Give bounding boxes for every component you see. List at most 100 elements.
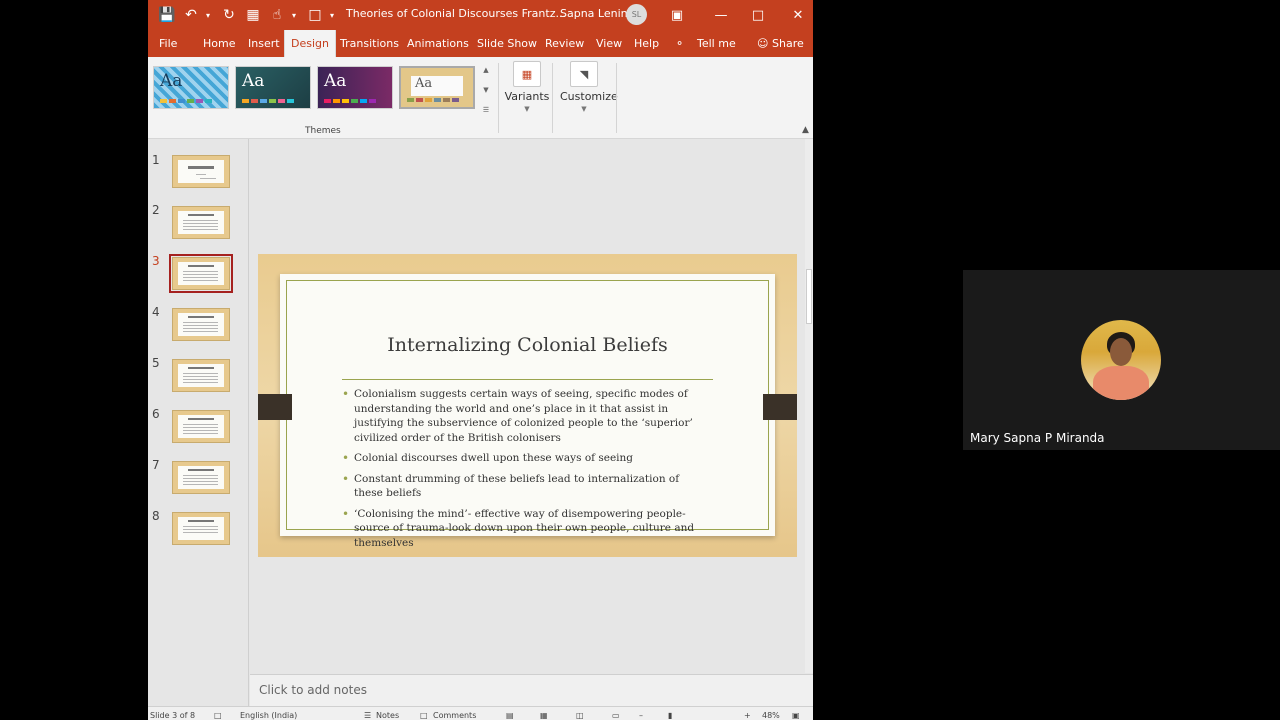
slide-right-tab-decoration [763,394,797,420]
touch-dropdown-icon[interactable]: ▾ [292,11,300,20]
chevron-down-icon: ▼ [524,105,530,113]
zoom-in-icon[interactable]: + [744,711,751,720]
normal-view-icon[interactable]: ▤ [506,711,514,720]
customize-qat-icon[interactable]: ▾ [330,11,338,20]
thumb-number: 5 [152,356,160,370]
slide-title[interactable]: Internalizing Colonial Beliefs [280,334,775,356]
status-bar: Slide 3 of 8 □ English (India) ☰ Notes □… [148,706,813,720]
theme-gallery-scroll[interactable]: ▲ ▼ ☰ [481,66,491,114]
zoom-out-icon[interactable]: – [639,711,643,720]
account-name[interactable]: Sapna Lenin [560,7,628,20]
tab-slide-show[interactable]: Slide Show [477,37,537,50]
ribbon-tabs: File Home Insert Design Transitions Anim… [148,30,813,57]
theme-option-1[interactable]: Aa [153,66,229,109]
quick-access-toolbar: 💾 ↶ ▾ ↻ ▦ ☝ ▾ □ ▾ [148,6,338,24]
themes-group-label: Themes [305,126,341,136]
undo-icon[interactable]: ↶ [182,6,200,24]
touch-mode-icon[interactable]: ☝ [268,6,286,24]
video-participant-tile[interactable]: Mary Sapna P Miranda [963,270,1280,450]
ribbon-body: Aa Aa Aa Aa ▲ ▼ ☰ Themes ▦ Variants ▼ ◥ … [148,57,813,139]
collapse-ribbon-icon[interactable]: ▲ [802,125,809,135]
zoom-level[interactable]: 48% [762,711,780,720]
theme-sample-text: Aa [324,71,347,91]
theme-color-bars [242,99,294,103]
title-bar: 💾 ↶ ▾ ↻ ▦ ☝ ▾ □ ▾ Theories of Colonial D… [148,0,813,30]
redo-icon[interactable]: ↻ [220,6,238,24]
language-status[interactable]: English (India) [240,711,297,720]
slide-thumbnail-5[interactable] [172,359,230,392]
theme-option-2[interactable]: Aa [235,66,311,109]
tab-view[interactable]: View [596,37,622,50]
participant-name: Mary Sapna P Miranda [970,431,1105,445]
tell-me-search[interactable]: Tell me [697,37,736,50]
chevron-down-icon[interactable]: ▼ [483,86,488,94]
chevron-down-icon: ▼ [581,105,587,113]
minimize-icon[interactable]: — [710,4,732,26]
slide-size-icon: ◥ [570,61,598,87]
slideshow-view-icon[interactable]: ▭ [612,711,620,720]
reading-view-icon[interactable]: ◫ [576,711,584,720]
person-icon[interactable]: ☺ [757,37,768,50]
variants-button[interactable]: ▦ Variants ▼ [503,61,551,113]
slide-sorter-icon[interactable]: ▦ [540,711,548,720]
current-slide[interactable]: Internalizing Colonial Beliefs Coloniali… [258,254,797,557]
tab-home[interactable]: Home [203,37,235,50]
tab-animations[interactable]: Animations [407,37,469,50]
notes-icon[interactable]: ☰ [364,711,371,720]
undo-dropdown-icon[interactable]: ▾ [206,11,214,20]
customize-label: Customize [560,90,618,103]
save-icon[interactable]: 💾 [158,6,176,24]
record-icon[interactable]: □ [306,6,324,24]
thumb-number: 1 [152,153,160,167]
slide-thumbnail-6[interactable] [172,410,230,443]
share-button[interactable]: Share [772,37,804,50]
comments-button[interactable]: Comments [433,711,476,720]
notes-pane[interactable]: Click to add notes [250,674,813,706]
slide-thumbnail-4[interactable] [172,308,230,341]
variants-label: Variants [504,90,550,103]
tab-file[interactable]: File [159,37,177,50]
theme-color-bars [160,99,212,103]
notes-placeholder[interactable]: Click to add notes [259,683,367,697]
tab-transitions[interactable]: Transitions [340,37,399,50]
ribbon-separator [616,63,617,133]
more-icon[interactable]: ☰ [483,106,489,114]
from-beginning-icon[interactable]: ▦ [244,6,262,24]
tab-design[interactable]: Design [284,30,336,57]
customize-button[interactable]: ◥ Customize ▼ [560,61,618,113]
bullet-4: ‘Colonising the mind’- effective way of … [342,507,705,551]
editor-scrollbar[interactable] [805,139,813,673]
account-avatar[interactable]: SL [626,4,647,25]
close-icon[interactable]: ✕ [787,4,809,26]
zoom-slider[interactable]: ▮ [668,711,672,720]
maximize-icon[interactable]: □ [747,4,769,26]
slide-thumbnail-1[interactable] [172,155,230,188]
slide-thumbnail-7[interactable] [172,461,230,494]
tab-help[interactable]: Help [634,37,659,50]
chevron-up-icon[interactable]: ▲ [483,66,488,74]
fit-to-window-icon[interactable]: ▣ [792,711,800,720]
lightbulb-icon[interactable]: ⚬ [675,37,684,50]
title-divider [342,379,713,380]
ribbon-display-options-icon[interactable]: ▣ [666,4,688,26]
slide-thumbnail-2[interactable] [172,206,230,239]
notes-button[interactable]: Notes [376,711,399,720]
tab-insert[interactable]: Insert [248,37,280,50]
slide-thumbnail-3[interactable] [169,254,233,293]
screen: 💾 ↶ ▾ ↻ ▦ ☝ ▾ □ ▾ Theories of Colonial D… [0,0,1280,720]
slide-counter: Slide 3 of 8 [150,711,196,720]
slide-bullets[interactable]: Colonialism suggests certain ways of see… [342,387,705,556]
tab-review[interactable]: Review [545,37,584,50]
thumb-number: 3 [152,254,160,268]
slide-thumbnail-8[interactable] [172,512,230,545]
spelling-icon[interactable]: □ [214,711,222,720]
avatar-body [1093,366,1149,400]
thumb-number: 2 [152,203,160,217]
theme-option-4-selected[interactable]: Aa [399,66,475,109]
scrollbar-thumb[interactable] [806,269,812,324]
comments-icon[interactable]: □ [420,711,428,720]
powerpoint-window: 💾 ↶ ▾ ↻ ▦ ☝ ▾ □ ▾ Theories of Colonial D… [148,0,813,720]
theme-option-3[interactable]: Aa [317,66,393,109]
slide-left-tab-decoration [258,394,292,420]
thumb-number: 8 [152,509,160,523]
